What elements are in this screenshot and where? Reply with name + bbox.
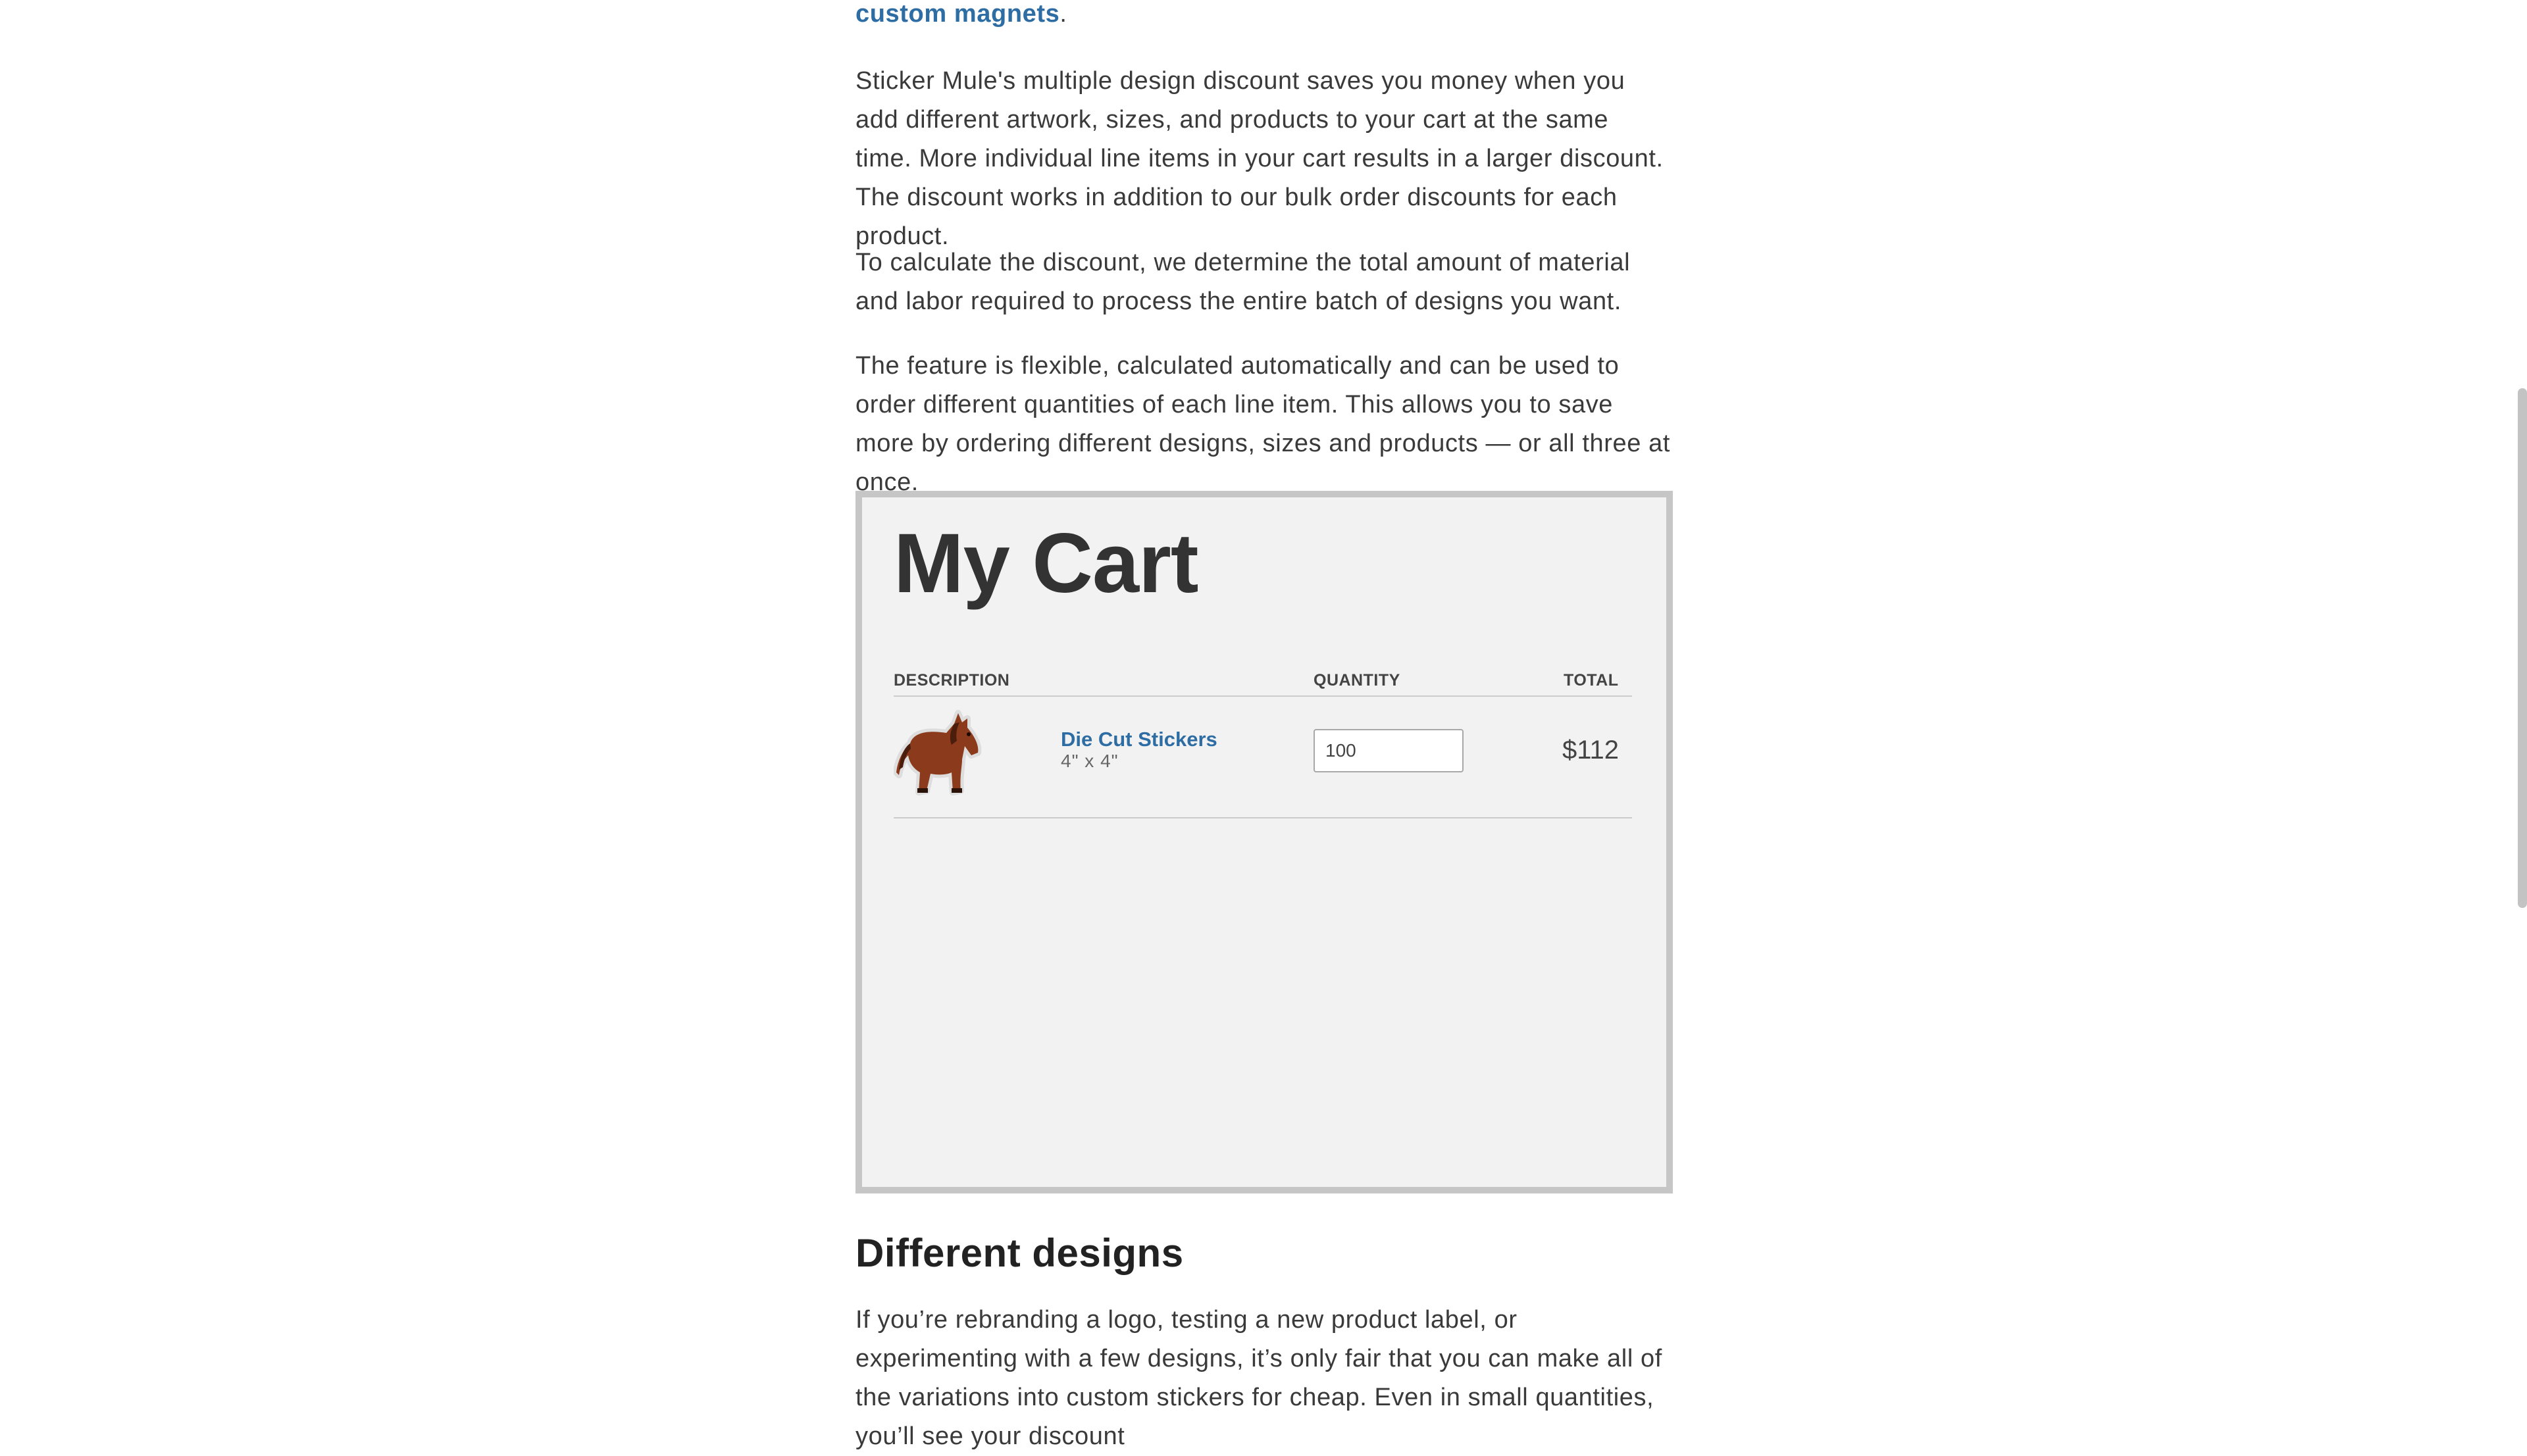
cart-title: My Cart — [894, 516, 1198, 611]
quantity-input[interactable] — [1314, 729, 1464, 772]
cart-screenshot: My Cart DESCRIPTION QUANTITY TOTAL Die C… — [855, 491, 1673, 1193]
paragraph-discount-calculation: To calculate the discount, we determine … — [855, 249, 1631, 315]
column-header-quantity: QUANTITY — [1314, 671, 1400, 690]
column-header-total: TOTAL — [1564, 671, 1619, 690]
paragraph-discount-intro: Sticker Mule's multiple design discount … — [855, 67, 1664, 250]
section-heading-different-designs: Different designs — [855, 1231, 1184, 1275]
item-total: $112 — [1562, 736, 1620, 765]
paragraph-feature-flexible: The feature is flexible, calculated auto… — [855, 352, 1671, 496]
item-size: 4" x 4" — [1061, 751, 1119, 771]
intro-tail-period: . — [1059, 0, 1067, 28]
horse-sticker-icon — [894, 710, 982, 795]
paragraph-different-designs: If you’re rebranding a logo, testing a n… — [855, 1306, 1662, 1450]
custom-magnets-link[interactable]: custom magnets — [855, 0, 1059, 28]
page-scrollbar-thumb[interactable] — [2518, 388, 2527, 908]
column-header-description: DESCRIPTION — [894, 671, 1010, 690]
header-divider — [894, 695, 1632, 697]
intro-tail: custom magnets. — [855, 0, 1672, 34]
row-divider — [894, 817, 1632, 818]
item-name-link[interactable]: Die Cut Stickers — [1061, 728, 1217, 751]
